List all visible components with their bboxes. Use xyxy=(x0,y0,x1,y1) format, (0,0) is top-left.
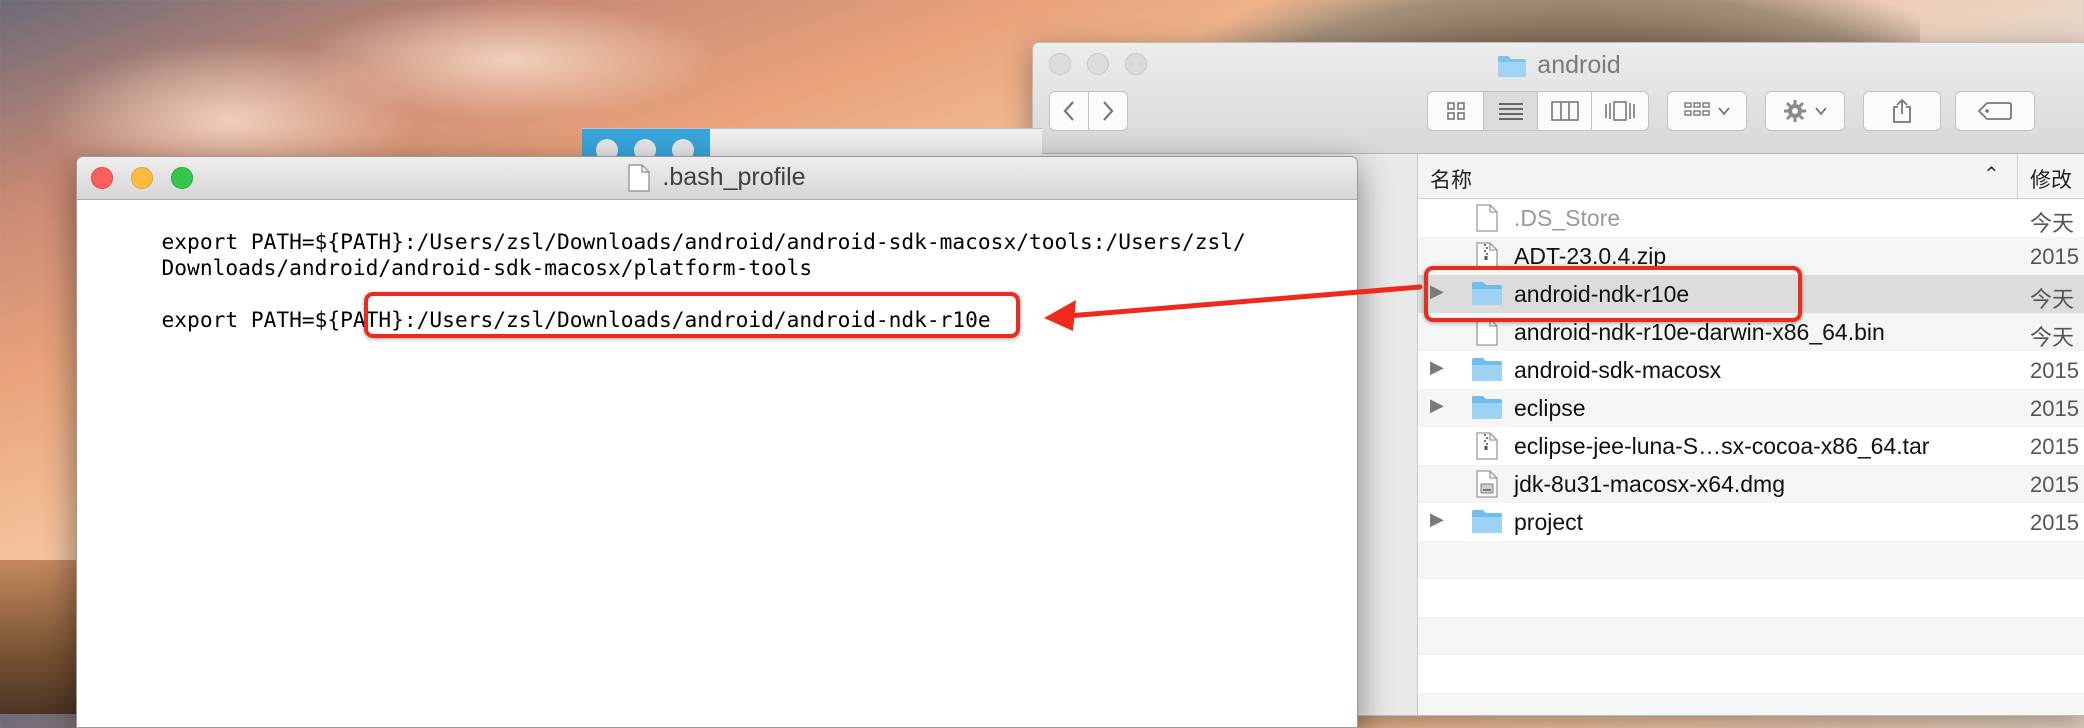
document-icon xyxy=(628,163,651,192)
column-header-modified[interactable]: 修改 xyxy=(2030,164,2072,194)
file-row[interactable]: ▶ eclipse 2015 xyxy=(1418,389,2084,427)
file-name: project xyxy=(1514,509,1584,535)
column-divider[interactable] xyxy=(2017,154,2018,198)
disclosure-triangle-icon[interactable]: ▶ xyxy=(1430,395,1444,416)
document-icon xyxy=(1476,318,1498,352)
icon-view-button[interactable] xyxy=(1428,92,1484,130)
share-icon xyxy=(1893,98,1911,123)
file-date: 2015 xyxy=(2030,244,2079,269)
file-date: 2015 xyxy=(2030,358,2079,383)
list-view-button[interactable] xyxy=(1484,92,1538,130)
list-icon xyxy=(1498,103,1523,120)
column-header-name[interactable]: 名称 xyxy=(1430,164,1472,194)
forward-button[interactable] xyxy=(1088,91,1128,131)
view-mode-control[interactable] xyxy=(1427,91,1649,131)
zip-archive-icon xyxy=(1476,432,1498,466)
file-date: 今天 xyxy=(2030,211,2075,236)
empty-row xyxy=(1418,693,2084,715)
file-name: android-ndk-r10e-darwin-x86_64.bin xyxy=(1514,319,1885,345)
gear-icon xyxy=(1784,100,1806,122)
file-row[interactable]: ▶ project 2015 xyxy=(1418,503,2084,541)
empty-row xyxy=(1418,655,2084,693)
text-editor-window: .bash_profile export PATH=${PATH}:/Users… xyxy=(76,156,1358,728)
file-name: .DS_Store xyxy=(1514,205,1621,231)
editor-title: .bash_profile xyxy=(77,163,1357,192)
finder-title: android xyxy=(1033,51,2084,80)
file-row[interactable]: .DS_Store 今天 xyxy=(1418,199,2084,237)
chevron-down-icon xyxy=(1718,107,1730,116)
file-date: 2015 xyxy=(2030,396,2079,421)
file-name: eclipse-jee-luna-S…sx-cocoa-x86_64.tar xyxy=(1514,433,1930,459)
finder-title-text: android xyxy=(1537,51,1621,79)
finder-toolbar: android xyxy=(1033,43,2084,154)
highlight-box-path xyxy=(364,292,1020,338)
empty-row xyxy=(1418,541,2084,579)
chevron-down-icon xyxy=(1815,107,1827,116)
folder-icon xyxy=(1471,394,1503,426)
file-date: 2015 xyxy=(2030,472,2079,497)
folder-icon xyxy=(1471,508,1503,540)
disclosure-triangle-icon[interactable]: ▶ xyxy=(1430,357,1444,378)
document-icon xyxy=(1476,204,1498,238)
share-button[interactable] xyxy=(1863,91,1941,131)
file-list: 名称 ⌃ 修改 .DS_Store 今天 ADT-23.0.4.zip 2015 ▶ an… xyxy=(1418,154,2084,715)
chevron-up-icon[interactable]: ⌃ xyxy=(1983,162,2000,187)
file-name: eclipse xyxy=(1514,395,1586,421)
folder-icon xyxy=(1471,356,1503,388)
columns-icon xyxy=(1550,101,1579,121)
file-row[interactable]: eclipse-jee-luna-S…sx-cocoa-x86_64.tar 20… xyxy=(1418,427,2084,465)
empty-row xyxy=(1418,579,2084,617)
file-row[interactable]: ▶ android-sdk-macosx 2015 xyxy=(1418,351,2084,389)
disclosure-triangle-icon[interactable]: ▶ xyxy=(1430,509,1444,530)
tags-button[interactable] xyxy=(1955,91,2035,131)
disk-image-icon xyxy=(1476,470,1498,504)
code-line-2-text: Downloads/android/android-sdk-macosx/pla… xyxy=(161,255,813,280)
list-header: 名称 ⌃ 修改 xyxy=(1418,154,2084,199)
wallpaper-cloud xyxy=(300,0,720,120)
file-name: android-sdk-macosx xyxy=(1514,357,1722,383)
file-row[interactable]: jdk-8u31-macosx-x64.dmg 2015 xyxy=(1418,465,2084,503)
file-name: jdk-8u31-macosx-x64.dmg xyxy=(1514,471,1786,497)
editor-title-text: .bash_profile xyxy=(662,163,806,191)
highlight-box-folder xyxy=(1424,266,1802,322)
file-date: 2015 xyxy=(2030,510,2079,535)
folder-icon xyxy=(1498,55,1527,77)
back-button[interactable] xyxy=(1049,91,1089,131)
editor-titlebar: .bash_profile xyxy=(77,157,1357,200)
file-date: 2015 xyxy=(2030,434,2079,459)
cover-flow-icon xyxy=(1605,101,1635,121)
empty-row xyxy=(1418,617,2084,655)
chevron-left-icon xyxy=(1063,101,1074,121)
arrange-icon xyxy=(1684,102,1710,116)
arrange-button[interactable] xyxy=(1667,91,1747,131)
tag-icon xyxy=(1978,102,2012,120)
cover-flow-button[interactable] xyxy=(1592,92,1648,130)
file-date: 今天 xyxy=(2030,287,2075,312)
column-view-button[interactable] xyxy=(1538,92,1592,130)
chevron-right-icon xyxy=(1103,101,1114,121)
grid-icon xyxy=(1446,102,1465,120)
editor-text-area[interactable]: export PATH=${PATH}:/Users/zsl/Downloads… xyxy=(85,199,1347,727)
action-button[interactable] xyxy=(1765,91,1845,131)
file-date: 今天 xyxy=(2030,325,2075,350)
